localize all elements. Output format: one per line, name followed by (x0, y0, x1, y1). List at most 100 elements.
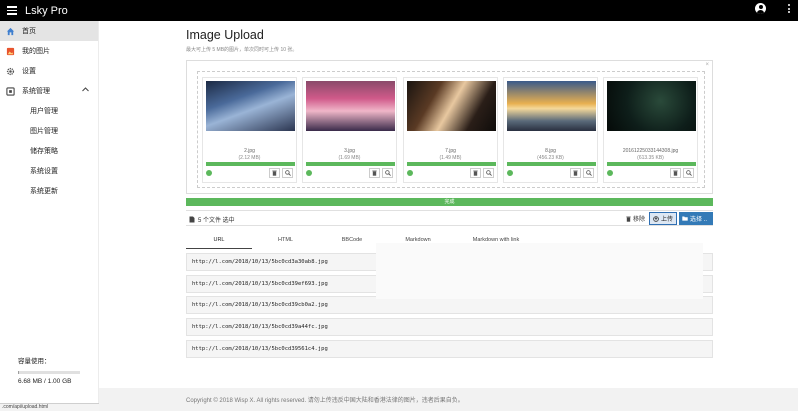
file-size: (1.49 MB) (439, 155, 462, 161)
storage-usage: 容量使用： 6.68 MB / 1.00 GB (18, 355, 82, 385)
image-thumbnail (306, 81, 395, 131)
remove-button[interactable]: 移除 (623, 212, 648, 225)
trash-icon (372, 170, 377, 176)
zoom-in-icon (384, 170, 391, 176)
check-circle-icon (507, 170, 513, 176)
file-caption: 5 个文件 选中 (189, 215, 235, 224)
upload-dropzone[interactable]: × 2.jpg (2.12 MB) 3.jpg (1.69 MB) 7.jpg … (186, 60, 713, 194)
image-thumbnail (206, 81, 295, 131)
tab-url[interactable]: URL (186, 234, 252, 249)
zoom-button[interactable] (382, 168, 393, 178)
file-caption-bar: 5 个文件 选中 移除 上传 选择 .. (186, 210, 713, 226)
sidebar-item-home[interactable]: 首页 (0, 21, 98, 41)
close-icon[interactable]: × (705, 62, 709, 68)
trash-icon (673, 170, 678, 176)
account-icon[interactable] (755, 3, 766, 14)
home-icon (6, 27, 15, 36)
trash-button[interactable] (670, 168, 681, 178)
file-size: (456.23 KB) (537, 155, 564, 161)
zoom-button[interactable] (683, 168, 694, 178)
image-thumbnail (407, 81, 496, 131)
file-progress-bar (306, 162, 395, 166)
zoom-in-icon (585, 170, 592, 176)
more-vert-icon[interactable] (788, 4, 790, 13)
upload-button[interactable]: 上传 (649, 212, 678, 225)
sidebar-item-label: 设置 (22, 68, 36, 75)
trash-icon (626, 216, 631, 222)
sidebar-subitem-system-update[interactable]: 系统更新 (0, 181, 98, 201)
storage-bar (18, 371, 80, 374)
footer: Copyright © 2018 Wisp X. All rights rese… (99, 388, 798, 411)
menu-icon[interactable] (7, 6, 17, 15)
sidebar-item-label: 我的图片 (22, 48, 50, 55)
zoom-in-icon (485, 170, 492, 176)
page-subtitle: 最大可上传 5 MB的图片，单次同时可上传 10 张。 (186, 47, 298, 53)
zoom-button[interactable] (483, 168, 494, 178)
storage-bar-fill (18, 371, 19, 374)
file-name: 3.jpg (344, 148, 355, 154)
trash-button[interactable] (269, 168, 280, 178)
sidebar-item-system-admin[interactable]: 系统管理 (0, 81, 98, 101)
file-preview-card: 3.jpg (1.69 MB) (302, 77, 397, 183)
file-caption-text: 5 个文件 选中 (198, 218, 235, 224)
chevron-up-icon[interactable] (82, 87, 89, 94)
top-right-actions (755, 3, 790, 14)
admin-icon (6, 86, 15, 96)
file-preview-card: 8.jpg (456.23 KB) (503, 77, 598, 183)
footer-copyright: Copyright © 2018 Wisp X. All rights rese… (186, 398, 464, 404)
check-circle-icon (306, 170, 312, 176)
sidebar-subitem-images[interactable]: 图片管理 (0, 121, 98, 141)
sidebar-subitem-storage[interactable]: 储存策略 (0, 141, 98, 161)
image-thumbnail (507, 81, 596, 131)
file-progress-bar (507, 162, 596, 166)
upload-label: 上传 (661, 217, 674, 223)
file-name: 2.jpg (244, 148, 255, 154)
gear-icon (6, 67, 15, 76)
sidebar-subitem-system-settings[interactable]: 系统设置 (0, 161, 98, 181)
file-size: (1.69 MB) (338, 155, 361, 161)
file-size: (613.35 KB) (637, 155, 664, 161)
zoom-button[interactable] (282, 168, 293, 178)
link-field[interactable]: http://l.com/2018/10/13/5bc0cd39561c4.jp… (186, 340, 713, 358)
zoom-in-icon (685, 170, 692, 176)
sidebar-item-my-images[interactable]: 我的图片 (0, 41, 98, 61)
storage-value: 6.68 MB / 1.00 GB (18, 378, 72, 385)
tab-html[interactable]: HTML (252, 234, 319, 249)
page-title: Image Upload (186, 28, 264, 42)
upload-icon (653, 215, 659, 222)
check-circle-icon (607, 170, 613, 176)
storage-label: 容量使用： (18, 358, 51, 365)
sidebar-item-label: 首页 (22, 28, 36, 35)
image-thumbnail (607, 81, 696, 131)
trash-button[interactable] (470, 168, 481, 178)
overall-progress-bar: 完成 (186, 198, 713, 206)
browse-button[interactable]: 选择 .. (679, 212, 713, 225)
remove-label: 移除 (633, 217, 646, 223)
file-preview-card: 2.jpg (2.12 MB) (202, 77, 297, 183)
trash-button[interactable] (570, 168, 581, 178)
sidebar-item-label: 系统管理 (22, 88, 50, 95)
trash-icon (272, 170, 277, 176)
check-circle-icon (206, 170, 212, 176)
file-size: (2.12 MB) (238, 155, 261, 161)
sidebar-item-settings[interactable]: 设置 (0, 61, 98, 81)
file-preview-card: 7.jpg (1.49 MB) (403, 77, 498, 183)
app-title[interactable]: Lsky Pro (25, 5, 68, 17)
file-name: 7.jpg (445, 148, 456, 154)
trash-icon (473, 170, 478, 176)
image-icon (6, 47, 15, 56)
file-progress-bar (407, 162, 496, 166)
file-preview-area: 2.jpg (2.12 MB) 3.jpg (1.69 MB) 7.jpg (1… (197, 71, 705, 188)
tab-hover-overlay (376, 243, 703, 299)
file-icon (189, 216, 195, 223)
folder-icon (682, 216, 688, 221)
link-field[interactable]: http://l.com/2018/10/13/5bc0cd39a44fc.jp… (186, 318, 713, 336)
check-circle-icon (407, 170, 413, 176)
file-preview-card: 20161225033144308.jpg (613.35 KB) (603, 77, 698, 183)
file-name: 8.jpg (545, 148, 556, 154)
file-name: 20161225033144308.jpg (622, 148, 679, 154)
trash-button[interactable] (369, 168, 380, 178)
sidebar-subitem-users[interactable]: 用户管理 (0, 101, 98, 121)
zoom-button[interactable] (583, 168, 594, 178)
zoom-in-icon (284, 170, 291, 176)
